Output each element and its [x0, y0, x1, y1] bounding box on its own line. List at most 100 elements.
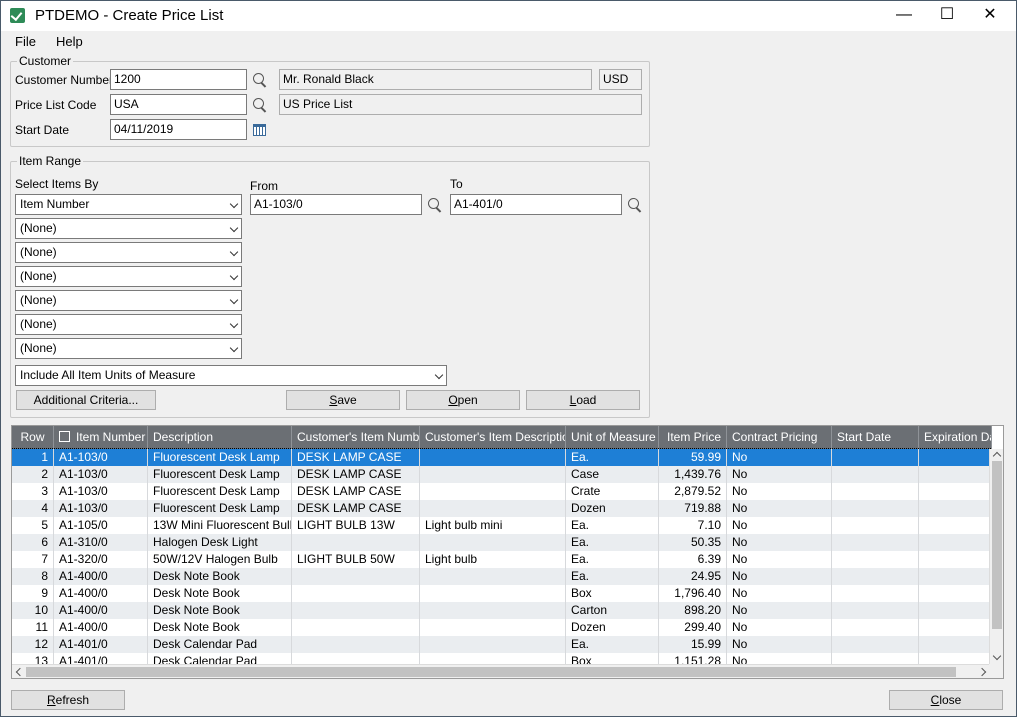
cell-item-number[interactable]: A1-103/0 — [54, 466, 148, 483]
refresh-button[interactable]: Refresh — [11, 690, 125, 710]
column-header-row[interactable]: Row — [12, 426, 54, 449]
cell-unit-of-measure[interactable]: Ea. — [566, 534, 659, 551]
cell-customer-item-description[interactable] — [420, 449, 566, 466]
open-button[interactable]: Open — [406, 390, 520, 410]
cell-unit-of-measure[interactable]: Carton — [566, 602, 659, 619]
cell-description[interactable]: Desk Note Book — [148, 602, 292, 619]
cell-customer-item-number[interactable]: DESK LAMP CASE — [292, 483, 420, 500]
cell-row[interactable]: 9 — [12, 585, 54, 602]
cell-row[interactable]: 6 — [12, 534, 54, 551]
cell-item-number[interactable]: A1-103/0 — [54, 500, 148, 517]
cell-start-date[interactable] — [832, 466, 919, 483]
start-date-field[interactable]: 04/11/2019 — [110, 119, 247, 140]
cell-row[interactable]: 11 — [12, 619, 54, 636]
cell-item-price[interactable]: 2,879.52 — [659, 483, 727, 500]
cell-row[interactable]: 3 — [12, 483, 54, 500]
criteria-combo-2[interactable]: (None) — [15, 218, 242, 239]
scroll-down-icon[interactable] — [992, 651, 1002, 661]
criteria-combo-7[interactable]: (None) — [15, 338, 242, 359]
cell-start-date[interactable] — [832, 619, 919, 636]
menu-file[interactable]: File — [15, 34, 36, 49]
cell-customer-item-description[interactable]: Light bulb mini — [420, 517, 566, 534]
cell-start-date[interactable] — [832, 636, 919, 653]
scroll-right-icon[interactable] — [977, 667, 987, 677]
cell-start-date[interactable] — [832, 500, 919, 517]
cell-description[interactable]: 50W/12V Halogen Bulb — [148, 551, 292, 568]
cell-contract-pricing[interactable]: No — [727, 602, 832, 619]
cell-expiration-date[interactable] — [919, 568, 992, 585]
criteria-combo-5[interactable]: (None) — [15, 290, 242, 311]
criteria-combo-6[interactable]: (None) — [15, 314, 242, 335]
table-row[interactable]: 11 A1-400/0 Desk Note Book Dozen 299.40 No — [12, 619, 992, 636]
scroll-up-icon[interactable] — [992, 451, 1002, 461]
cell-customer-item-number[interactable]: DESK LAMP CASE — [292, 449, 420, 466]
cell-unit-of-measure[interactable]: Ea. — [566, 551, 659, 568]
cell-description[interactable]: Fluorescent Desk Lamp — [148, 449, 292, 466]
vertical-scrollbar[interactable] — [989, 449, 1003, 665]
cell-contract-pricing[interactable]: No — [727, 534, 832, 551]
cell-expiration-date[interactable] — [919, 449, 992, 466]
cell-item-price[interactable]: 299.40 — [659, 619, 727, 636]
cell-start-date[interactable] — [832, 517, 919, 534]
cell-customer-item-number[interactable] — [292, 619, 420, 636]
criteria-combo-3[interactable]: (None) — [15, 242, 242, 263]
cell-item-price[interactable]: 24.95 — [659, 568, 727, 585]
customer-lookup-icon[interactable] — [252, 72, 268, 88]
horizontal-scrollbar[interactable] — [12, 664, 990, 678]
cell-customer-item-number[interactable]: LIGHT BULB 13W — [292, 517, 420, 534]
cell-expiration-date[interactable] — [919, 517, 992, 534]
cell-contract-pricing[interactable]: No — [727, 551, 832, 568]
cell-description[interactable]: Fluorescent Desk Lamp — [148, 466, 292, 483]
vertical-scroll-thumb[interactable] — [992, 461, 1002, 629]
cell-item-price[interactable]: 15.99 — [659, 636, 727, 653]
cell-customer-item-number[interactable] — [292, 602, 420, 619]
cell-unit-of-measure[interactable]: Ea. — [566, 568, 659, 585]
table-row[interactable]: 5 A1-105/0 13W Mini Fluorescent Bulb LIGHT … — [12, 517, 992, 534]
minimize-button[interactable]: — — [881, 1, 927, 31]
additional-criteria-button[interactable]: Additional Criteria... — [16, 390, 156, 410]
cell-customer-item-description[interactable] — [420, 602, 566, 619]
cell-contract-pricing[interactable]: No — [727, 568, 832, 585]
cell-item-number[interactable]: A1-400/0 — [54, 568, 148, 585]
cell-customer-item-description[interactable] — [420, 568, 566, 585]
column-header-item-number[interactable]: Item Number — [54, 426, 148, 449]
cell-customer-item-number[interactable] — [292, 534, 420, 551]
column-header-expiration-date[interactable]: Expiration Date — [919, 426, 992, 449]
cell-customer-item-description[interactable] — [420, 500, 566, 517]
cell-customer-item-description[interactable] — [420, 585, 566, 602]
cell-contract-pricing[interactable]: No — [727, 517, 832, 534]
cell-start-date[interactable] — [832, 483, 919, 500]
cell-expiration-date[interactable] — [919, 500, 992, 517]
column-header-customer-item-description[interactable]: Customer's Item Description — [420, 426, 566, 449]
cell-unit-of-measure[interactable]: Dozen — [566, 500, 659, 517]
cell-start-date[interactable] — [832, 585, 919, 602]
load-button[interactable]: Load — [526, 390, 640, 410]
cell-row[interactable]: 10 — [12, 602, 54, 619]
cell-customer-item-number[interactable] — [292, 585, 420, 602]
cell-item-number[interactable]: A1-400/0 — [54, 585, 148, 602]
cell-item-price[interactable]: 7.10 — [659, 517, 727, 534]
cell-item-number[interactable]: A1-310/0 — [54, 534, 148, 551]
scroll-left-icon[interactable] — [15, 667, 25, 677]
price-list-lookup-icon[interactable] — [252, 97, 268, 113]
cell-item-price[interactable]: 898.20 — [659, 602, 727, 619]
cell-row[interactable]: 7 — [12, 551, 54, 568]
cell-row[interactable]: 2 — [12, 466, 54, 483]
cell-unit-of-measure[interactable]: Case — [566, 466, 659, 483]
cell-description[interactable]: 13W Mini Fluorescent Bulb — [148, 517, 292, 534]
cell-contract-pricing[interactable]: No — [727, 466, 832, 483]
cell-item-number[interactable]: A1-320/0 — [54, 551, 148, 568]
cell-contract-pricing[interactable]: No — [727, 619, 832, 636]
cell-contract-pricing[interactable]: No — [727, 636, 832, 653]
column-header-description[interactable]: Description — [148, 426, 292, 449]
cell-item-price[interactable]: 59.99 — [659, 449, 727, 466]
cell-expiration-date[interactable] — [919, 602, 992, 619]
cell-description[interactable]: Fluorescent Desk Lamp — [148, 483, 292, 500]
cell-expiration-date[interactable] — [919, 551, 992, 568]
maximize-button[interactable]: ☐ — [924, 1, 970, 31]
table-row[interactable]: 10 A1-400/0 Desk Note Book Carton 898.20 No — [12, 602, 992, 619]
cell-customer-item-description[interactable] — [420, 636, 566, 653]
cell-row[interactable]: 1 — [12, 449, 54, 466]
cell-customer-item-description[interactable] — [420, 619, 566, 636]
cell-item-price[interactable]: 719.88 — [659, 500, 727, 517]
